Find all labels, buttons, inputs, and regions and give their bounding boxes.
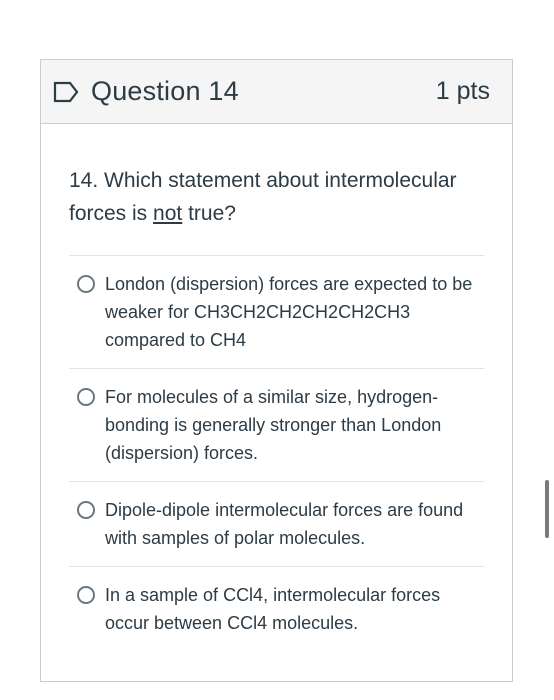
question-text-suffix: true? (182, 202, 236, 225)
question-text-prefix: 14. Which statement about intermolecular… (69, 169, 457, 225)
answer-label: In a sample of CCl4, intermolecular forc… (105, 585, 441, 633)
answer-label: London (dispersion) forces are expected … (105, 274, 473, 350)
answer-option-2[interactable]: For molecules of a similar size, hydroge… (69, 369, 484, 482)
answer-option-1[interactable]: London (dispersion) forces are expected … (69, 256, 484, 369)
radio-button[interactable] (77, 388, 95, 406)
question-points: 1 pts (435, 77, 490, 105)
flag-question-icon[interactable] (53, 81, 79, 103)
answer-list: London (dispersion) forces are expected … (69, 255, 484, 651)
question-text-emphasis: not (153, 202, 183, 225)
question-card: Question 14 1 pts 14. Which statement ab… (40, 59, 513, 682)
question-title: Question 14 (91, 76, 239, 106)
answer-option-4[interactable]: In a sample of CCl4, intermolecular forc… (69, 567, 484, 651)
question-header: Question 14 1 pts (41, 60, 512, 124)
question-body: 14. Which statement about intermolecular… (41, 124, 512, 651)
answer-label: Dipole-dipole intermolecular forces are … (105, 500, 464, 548)
radio-button[interactable] (77, 275, 95, 293)
question-text: 14. Which statement about intermolecular… (69, 164, 484, 230)
radio-button[interactable] (77, 501, 95, 519)
answer-label: For molecules of a similar size, hydroge… (105, 387, 442, 463)
scrollbar[interactable] (545, 480, 549, 538)
radio-button[interactable] (77, 586, 95, 604)
answer-option-3[interactable]: Dipole-dipole intermolecular forces are … (69, 482, 484, 567)
